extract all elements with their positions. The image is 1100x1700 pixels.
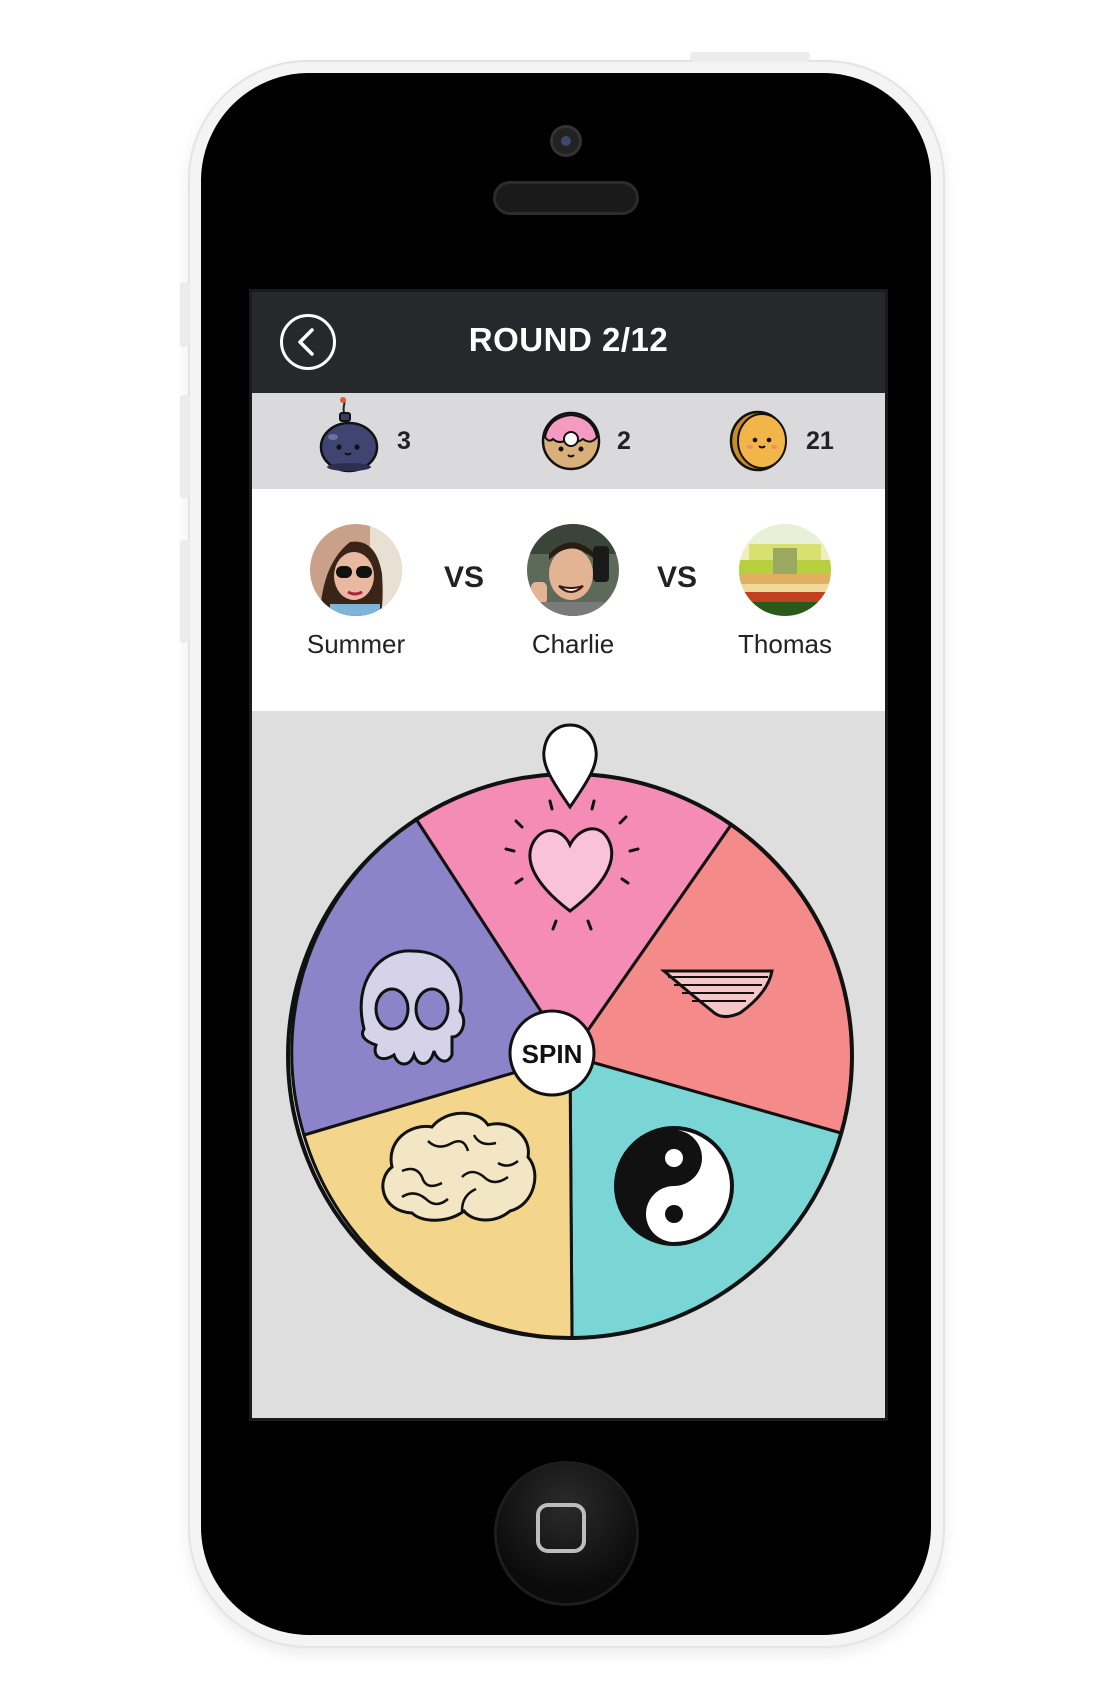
player-name: Charlie [531, 629, 615, 659]
page-title: ROUND 2/12 [468, 321, 669, 358]
score-coin: 21 [728, 410, 834, 472]
yin-yang-icon [614, 1126, 734, 1246]
top-bar: ROUND 2/12 [252, 292, 885, 393]
power-button [690, 52, 810, 62]
vs-label: VS [444, 561, 485, 594]
player-avatar-thomas[interactable] [739, 524, 831, 616]
player-avatar-summer[interactable] [310, 524, 402, 616]
spin-label: SPIN [522, 1039, 583, 1069]
volume-down-button [180, 540, 190, 643]
score-donut: 2 [539, 411, 631, 471]
earpiece-speaker [496, 184, 636, 212]
vs-label: VS [657, 561, 698, 594]
app-screen: ROUND 2/12 3 2 21 Summer VS Charlie VS T… [249, 289, 888, 1421]
spin-wheel[interactable]: SPIN [252, 711, 885, 1418]
player-avatar-charlie[interactable] [527, 524, 619, 616]
mute-switch [180, 282, 190, 347]
skull-icon [359, 949, 466, 1066]
volume-up-button [180, 395, 190, 498]
front-camera [553, 128, 579, 154]
score-value: 21 [806, 426, 834, 455]
player-name: Summer [306, 629, 406, 659]
bomb-character-icon [319, 397, 379, 473]
coin-character-icon [729, 410, 787, 472]
score-bomb: 3 [319, 397, 411, 473]
home-button-icon [536, 1503, 586, 1553]
spin-button[interactable]: SPIN [508, 1009, 596, 1097]
score-value: 3 [397, 426, 411, 455]
donut-character-icon [541, 411, 601, 471]
player-name: Thomas [738, 629, 832, 659]
score-value: 2 [617, 426, 631, 455]
score-bar: 3 2 21 [252, 393, 885, 489]
players-panel: Summer VS Charlie VS Thomas [252, 489, 885, 711]
